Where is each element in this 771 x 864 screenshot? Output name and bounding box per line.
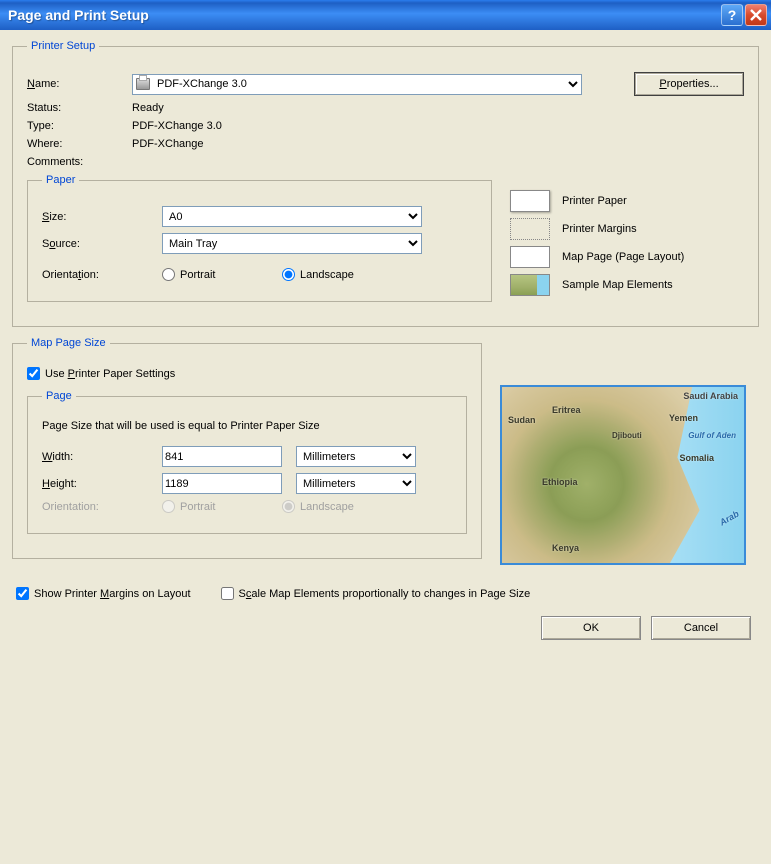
paper-source-select[interactable]: Main Tray <box>162 233 422 254</box>
map-page-swatch <box>510 246 550 268</box>
source-label: Source: <box>42 238 162 250</box>
where-label: Where: <box>27 138 132 150</box>
map-label: Ethiopia <box>542 477 578 487</box>
map-label: Saudi Arabia <box>683 391 738 401</box>
printer-margins-swatch <box>510 218 550 240</box>
status-label: Status: <box>27 102 132 114</box>
show-printer-margins-check[interactable]: Show Printer Margins on Layout <box>16 587 191 600</box>
status-value: Ready <box>132 102 164 114</box>
title-bar: Page and Print Setup ? <box>0 0 771 30</box>
printer-icon <box>136 78 150 90</box>
map-label: Eritrea <box>552 405 581 415</box>
printer-name-select[interactable]: PDF-XChange 3.0 <box>132 74 582 95</box>
properties-button[interactable]: Properties... <box>634 72 744 96</box>
page-group: Page Page Size that will be used is equa… <box>27 390 467 534</box>
map-page-label: Map Page (Page Layout) <box>562 251 684 263</box>
printer-setup-group: Printer Setup Name: PDF-XChange 3.0 Prop… <box>12 40 759 327</box>
width-label: Width: <box>42 451 162 463</box>
map-page-size-group: Map Page Size Use Printer Paper Settings… <box>12 337 482 559</box>
height-unit-select[interactable]: Millimeters <box>296 473 416 494</box>
page-portrait-radio: Portrait <box>162 500 282 513</box>
page-hint: Page Size that will be used is equal to … <box>42 420 452 432</box>
width-unit-select[interactable]: Millimeters <box>296 446 416 467</box>
legend-panel: Printer Paper Printer Margins Map Page (… <box>510 174 744 312</box>
map-label: Gulf of Aden <box>688 431 736 440</box>
printer-paper-swatch <box>510 190 550 212</box>
close-button[interactable] <box>745 4 767 26</box>
map-page-size-legend: Map Page Size <box>27 337 110 349</box>
window-title: Page and Print Setup <box>8 7 719 23</box>
map-label: Kenya <box>552 543 579 553</box>
use-printer-settings-check[interactable]: Use Printer Paper Settings <box>27 367 467 380</box>
height-label: Height: <box>42 478 162 490</box>
paper-landscape-radio[interactable]: Landscape <box>282 268 354 281</box>
map-label: Djibouti <box>612 431 642 440</box>
where-value: PDF-XChange <box>132 138 204 150</box>
page-orientation-label: Orientation: <box>42 501 162 513</box>
map-label: Yemen <box>669 413 698 423</box>
paper-portrait-radio[interactable]: Portrait <box>162 268 282 281</box>
cancel-button[interactable]: Cancel <box>651 616 751 640</box>
paper-orientation-label: Orientation: <box>42 269 162 281</box>
height-input[interactable] <box>162 473 282 494</box>
sample-map-swatch <box>510 274 550 296</box>
sample-map-label: Sample Map Elements <box>562 279 673 291</box>
page-landscape-radio: Landscape <box>282 500 354 513</box>
printer-paper-label: Printer Paper <box>562 195 627 207</box>
help-button[interactable]: ? <box>721 4 743 26</box>
name-label: Name: <box>27 78 132 90</box>
ok-button[interactable]: OK <box>541 616 641 640</box>
paper-group: Paper Size: A0 Source: Main Tray <box>27 174 492 302</box>
comments-label: Comments: <box>27 156 132 168</box>
type-label: Type: <box>27 120 132 132</box>
printer-margins-label: Printer Margins <box>562 223 637 235</box>
size-label: Size: <box>42 211 162 223</box>
width-input[interactable] <box>162 446 282 467</box>
map-label: Sudan <box>508 415 536 425</box>
map-preview: Saudi Arabia Eritrea Sudan Yemen Djibout… <box>500 385 746 565</box>
paper-size-select[interactable]: A0 <box>162 206 422 227</box>
page-legend: Page <box>42 390 76 402</box>
printer-setup-legend: Printer Setup <box>27 40 99 52</box>
scale-map-elements-check[interactable]: Scale Map Elements proportionally to cha… <box>221 587 531 600</box>
map-label: Somalia <box>679 453 714 463</box>
paper-legend: Paper <box>42 174 79 186</box>
type-value: PDF-XChange 3.0 <box>132 120 222 132</box>
